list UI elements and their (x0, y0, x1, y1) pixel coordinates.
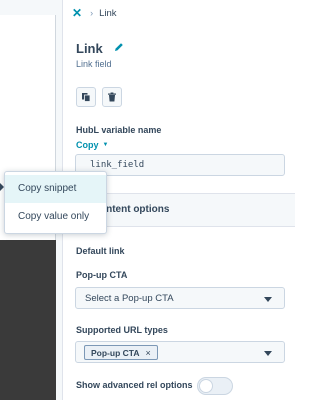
default-link-label: Default link (76, 246, 125, 256)
breadcrumb: ✕ › Link (72, 6, 117, 20)
url-types-label: Supported URL types (76, 325, 168, 335)
remove-tag-icon[interactable]: × (145, 348, 150, 358)
canvas-dark-block (0, 240, 56, 400)
clone-button[interactable] (76, 87, 96, 107)
advanced-rel-label: Show advanced rel options (76, 380, 193, 390)
chevron-right-icon: › (90, 8, 94, 18)
advanced-rel-toggle[interactable] (197, 377, 233, 395)
copy-icon (82, 93, 91, 102)
url-types-select[interactable]: Pop-up CTA × (75, 341, 285, 363)
dropdown-arrow-icon (264, 297, 272, 302)
menu-item-copy-snippet[interactable]: Copy snippet (5, 175, 106, 203)
copy-dropdown-button[interactable]: Copy ▼ (76, 140, 108, 150)
toggle-knob (199, 379, 213, 393)
module-subtitle: Link field (76, 59, 112, 69)
pencil-icon[interactable] (113, 41, 125, 53)
trash-icon (108, 92, 116, 102)
breadcrumb-current: Link (99, 7, 117, 19)
popup-cta-select[interactable]: Select a Pop-up CTA (75, 287, 285, 309)
url-type-tag: Pop-up CTA × (84, 345, 158, 360)
copy-label: Copy (76, 140, 99, 150)
module-title: Link (76, 41, 103, 56)
delete-button[interactable] (102, 87, 122, 107)
menu-item-copy-value-only[interactable]: Copy value only (5, 203, 106, 231)
url-type-tag-label: Pop-up CTA (91, 347, 140, 358)
hubl-variable-label: HubL variable name (76, 125, 162, 135)
dropdown-arrow-icon (264, 351, 272, 356)
content-options-title: ontent options (100, 204, 170, 215)
caret-down-icon: ▼ (102, 142, 109, 148)
copy-dropdown-menu: Copy snippet Copy value only (4, 171, 107, 234)
close-icon[interactable]: ✕ (72, 7, 82, 19)
popup-cta-label: Pop-up CTA (76, 270, 128, 280)
popup-cta-placeholder: Select a Pop-up CTA (85, 293, 174, 304)
